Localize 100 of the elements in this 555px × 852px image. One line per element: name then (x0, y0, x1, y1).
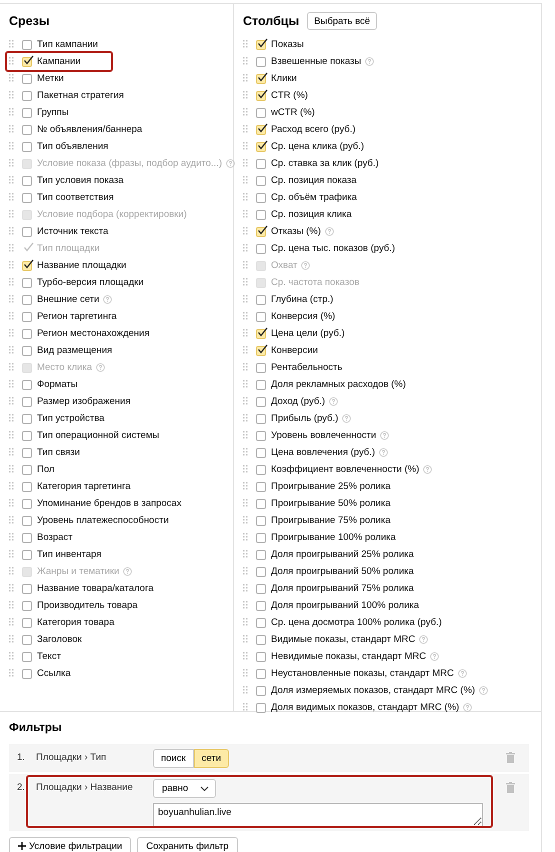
drag-handle-icon[interactable] (9, 142, 14, 151)
checkbox[interactable] (256, 90, 266, 100)
checkbox[interactable] (22, 448, 32, 458)
checkbox[interactable] (22, 90, 32, 100)
checkbox[interactable] (22, 550, 32, 560)
drag-handle-icon[interactable] (9, 380, 14, 389)
drag-handle-icon[interactable] (243, 261, 248, 270)
drag-handle-icon[interactable] (243, 499, 248, 508)
help-icon[interactable] (324, 227, 334, 236)
checkbox[interactable] (256, 192, 266, 202)
drag-handle-icon[interactable] (243, 431, 248, 440)
drag-handle-icon[interactable] (243, 533, 248, 542)
drag-handle-icon[interactable] (9, 295, 14, 304)
checkbox[interactable] (22, 260, 32, 270)
checkbox[interactable] (22, 328, 32, 338)
checkbox[interactable] (256, 74, 266, 84)
checkbox[interactable] (256, 668, 266, 678)
drag-handle-icon[interactable] (9, 550, 14, 559)
operator-dropdown[interactable]: равно (153, 779, 216, 798)
checkbox[interactable] (22, 294, 32, 304)
drag-handle-icon[interactable] (9, 669, 14, 678)
checkbox[interactable] (22, 584, 32, 594)
drag-handle-icon[interactable] (243, 142, 248, 151)
drag-handle-icon[interactable] (9, 397, 14, 406)
drag-handle-icon[interactable] (9, 278, 14, 287)
drag-handle-icon[interactable] (243, 618, 248, 627)
help-icon[interactable] (380, 431, 390, 440)
checkbox[interactable] (22, 464, 32, 474)
help-icon[interactable] (379, 448, 388, 457)
drag-handle-icon[interactable] (9, 414, 14, 423)
drag-handle-icon[interactable] (243, 346, 248, 355)
drag-handle-icon[interactable] (243, 686, 248, 695)
drag-handle-icon[interactable] (9, 312, 14, 321)
help-icon[interactable] (430, 652, 440, 661)
drag-handle-icon[interactable] (9, 261, 14, 270)
checkbox[interactable] (22, 176, 32, 186)
checkbox[interactable] (256, 328, 266, 338)
checkbox[interactable] (256, 464, 266, 474)
checkbox[interactable] (256, 618, 266, 628)
drag-handle-icon[interactable] (243, 244, 248, 253)
trash-icon[interactable] (506, 752, 515, 763)
drag-handle-icon[interactable] (243, 108, 248, 117)
checkbox[interactable] (256, 414, 266, 424)
toggle-option[interactable]: поиск (153, 749, 194, 768)
checkbox[interactable] (256, 584, 266, 594)
checkbox[interactable] (22, 532, 32, 542)
drag-handle-icon[interactable] (9, 159, 14, 168)
checkbox[interactable] (22, 618, 32, 628)
toggle-option[interactable]: сети (194, 749, 230, 768)
drag-handle-icon[interactable] (9, 108, 14, 117)
checkbox[interactable] (256, 362, 266, 372)
drag-handle-icon[interactable] (243, 380, 248, 389)
drag-handle-icon[interactable] (243, 312, 248, 321)
checkbox[interactable] (22, 600, 32, 610)
select-all-button[interactable]: Выбрать всё (307, 12, 378, 30)
drag-handle-icon[interactable] (243, 397, 248, 406)
checkbox[interactable] (22, 108, 32, 118)
drag-handle-icon[interactable] (9, 533, 14, 542)
checkbox[interactable] (22, 226, 32, 236)
checkbox[interactable] (256, 686, 266, 696)
drag-handle-icon[interactable] (9, 346, 14, 355)
help-icon[interactable] (479, 686, 488, 695)
help-icon[interactable] (423, 465, 432, 474)
drag-handle-icon[interactable] (9, 618, 14, 627)
drag-handle-icon[interactable] (243, 584, 248, 593)
drag-handle-icon[interactable] (243, 125, 248, 134)
drag-handle-icon[interactable] (9, 176, 14, 185)
checkbox[interactable] (256, 498, 266, 508)
checkbox[interactable] (256, 158, 266, 168)
drag-handle-icon[interactable] (9, 448, 14, 457)
drag-handle-icon[interactable] (9, 601, 14, 610)
drag-handle-icon[interactable] (243, 482, 248, 491)
value-field[interactable]: boyuanhulian.live (153, 803, 483, 827)
checkbox[interactable] (22, 192, 32, 202)
drag-handle-icon[interactable] (243, 278, 248, 287)
checkbox[interactable] (22, 430, 32, 440)
checkbox[interactable] (22, 516, 32, 526)
checkbox[interactable] (22, 668, 32, 678)
drag-handle-icon[interactable] (243, 91, 248, 100)
drag-handle-icon[interactable] (9, 567, 14, 576)
checkbox[interactable] (22, 634, 32, 644)
checkbox[interactable] (256, 226, 266, 236)
checkbox[interactable] (256, 56, 266, 66)
drag-handle-icon[interactable] (243, 159, 248, 168)
drag-handle-icon[interactable] (9, 57, 14, 66)
drag-handle-icon[interactable] (243, 414, 248, 423)
drag-handle-icon[interactable] (9, 482, 14, 491)
help-icon[interactable] (365, 57, 374, 66)
help-icon[interactable] (342, 414, 352, 423)
drag-handle-icon[interactable] (9, 465, 14, 474)
drag-handle-icon[interactable] (9, 210, 14, 219)
checkbox[interactable] (256, 600, 266, 610)
checkbox[interactable] (256, 312, 266, 322)
help-icon[interactable] (103, 295, 112, 304)
help-icon[interactable] (329, 397, 338, 406)
checkbox[interactable] (22, 380, 32, 390)
drag-handle-icon[interactable] (9, 193, 14, 202)
drag-handle-icon[interactable] (243, 601, 248, 610)
drag-handle-icon[interactable] (9, 125, 14, 134)
checkbox[interactable] (256, 702, 266, 712)
